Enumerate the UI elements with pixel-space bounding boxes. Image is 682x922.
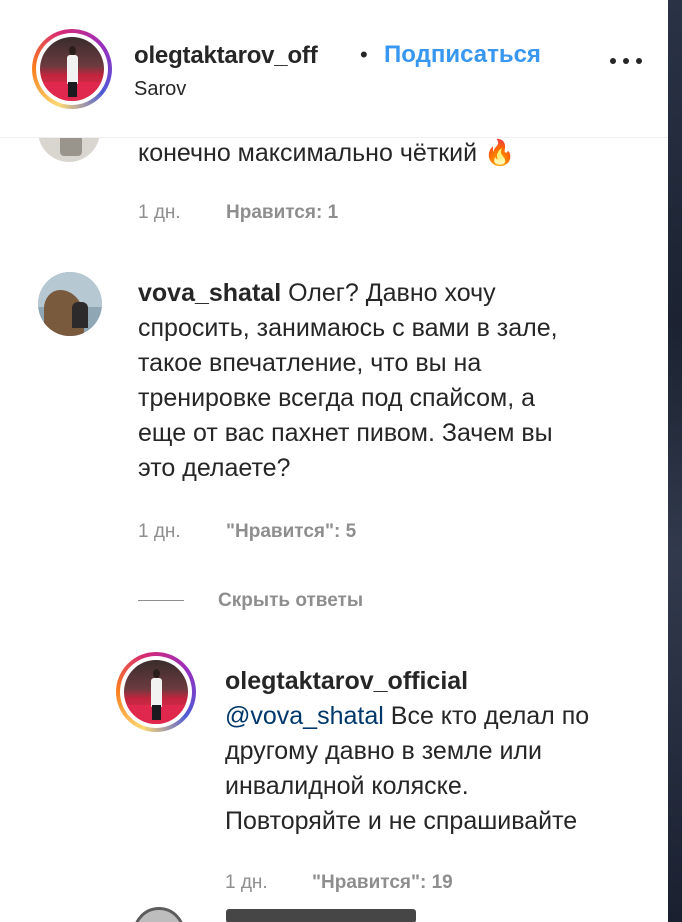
follow-button[interactable]: Подписаться	[384, 41, 541, 69]
comment-time[interactable]: 1 дн.	[138, 202, 181, 224]
comment-body: vova_shatal Олег? Давно хочу спросить, з…	[138, 276, 658, 486]
next-comment-preview	[226, 909, 416, 922]
separator-dot: •	[360, 42, 368, 67]
post-comments-panel: olegtaktarov_off • Подписаться Sarov кон…	[0, 0, 668, 922]
comment-line: спросить, занимаюсь с вами в зале,	[138, 314, 558, 342]
next-commenter-avatar[interactable]	[133, 907, 185, 922]
author-username[interactable]: olegtaktarov_off	[134, 42, 318, 70]
reply-line: Повторяйте и не спрашивайте	[225, 807, 578, 835]
post-header: olegtaktarov_off • Подписаться Sarov	[0, 0, 668, 138]
reply-username[interactable]: olegtaktarov_official	[225, 664, 665, 699]
background-edge	[668, 0, 682, 922]
reply-likes[interactable]: "Нравится": 19	[312, 872, 453, 893]
commenter-avatar[interactable]	[38, 272, 102, 336]
comment-time[interactable]: 1 дн.	[138, 521, 181, 543]
reply-mention[interactable]: @vova_shatal	[225, 702, 384, 730]
author-avatar[interactable]	[32, 29, 112, 109]
comment-likes[interactable]: Нравится: 1	[226, 202, 338, 223]
comment-line: это делаете?	[138, 454, 291, 482]
reply-line: другому давно в земле или	[225, 737, 542, 765]
comment-text: конечно максимально чёткий 🔥	[138, 139, 516, 167]
avatar-photo	[124, 660, 188, 724]
reply-author-avatar[interactable]	[116, 652, 196, 732]
ellipsis-icon[interactable]	[606, 50, 646, 74]
comment-username[interactable]: vova_shatal	[138, 279, 281, 307]
reply-line: инвалидной коляске.	[225, 772, 469, 800]
hide-replies-button[interactable]: Скрыть ответы	[218, 590, 363, 611]
comment-line: тренировке всегда под спайсом, а	[138, 384, 536, 412]
reply-line: Все кто делал по	[390, 702, 590, 730]
comment-likes[interactable]: "Нравится": 5	[226, 521, 356, 542]
comment-line: Олег? Давно хочу	[288, 279, 496, 307]
comment-line: еще от вас пахнет пивом. Зачем вы	[138, 419, 553, 447]
comment-line: такое впечатление, что вы на	[138, 349, 482, 377]
avatar-photo	[40, 37, 104, 101]
reply-time[interactable]: 1 дн.	[225, 872, 268, 894]
replies-divider	[138, 600, 184, 601]
post-location[interactable]: Sarov	[134, 78, 186, 101]
reply-body: olegtaktarov_official @vova_shatal Все к…	[225, 664, 665, 839]
